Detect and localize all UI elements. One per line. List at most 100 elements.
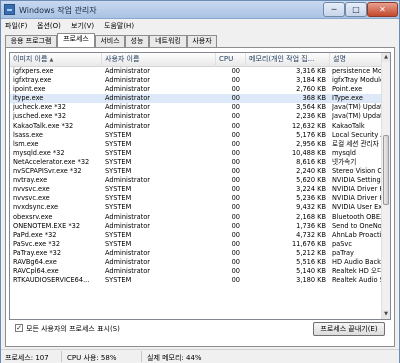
cell-cpu: 00 — [231, 139, 240, 148]
table-row[interactable]: jusched.exe *32 Administrator 00 2,236 KB Ja… — [10, 112, 383, 121]
cell-user-name: SYSTEM — [105, 203, 132, 212]
cell-image-name: nvtray.exe — [13, 176, 48, 185]
cell-memory: 9,432 KB — [296, 203, 326, 212]
table-row[interactable]: PaSvc.exe *32 SYSTEM 00 11,676 KB paSvc — [10, 240, 383, 249]
table-row[interactable]: ipoint.exe Administrator 00 2,760 KB Point.e… — [10, 85, 383, 94]
cell-user-name: Administrator — [105, 85, 150, 94]
table-row[interactable]: PaPd.exe *32 SYSTEM 00 4,732 KB AhnLab Proac… — [10, 231, 383, 240]
cell-image-name: obexsrv.exe — [13, 212, 53, 221]
cell-memory: 5,140 KB — [296, 267, 326, 276]
table-row[interactable]: igfxtray.exe Administrator 00 3,184 KB igfxT… — [10, 76, 383, 85]
cell-user-name: SYSTEM — [105, 276, 132, 285]
cell-user-name: Administrator — [105, 248, 150, 257]
cell-memory: 3,224 KB — [296, 185, 326, 194]
table-row[interactable]: ONENOTEM.EXE *32 Administrator 00 1,736 KB S… — [10, 222, 383, 231]
status-process-count: 프로세스: 107 — [5, 354, 49, 362]
column-description[interactable]: 설명 — [330, 53, 383, 67]
table-row[interactable]: nvvsvc.exe SYSTEM 00 3,224 KB NVIDIA Driver … — [10, 185, 383, 194]
table-row[interactable]: lsm.exe SYSTEM 00 2,956 KB 로컬 세션 관리자 — [10, 140, 383, 149]
cell-image-name: lsass.exe — [13, 130, 43, 139]
process-list[interactable]: 이미지 이름 ▲ 사용자 이름 CPU 메모리(개인 작업 집... 설명 igf… — [9, 52, 391, 320]
cell-description: paTray — [332, 248, 354, 257]
cell-memory: 12,632 KB — [291, 121, 326, 130]
cell-cpu: 00 — [231, 248, 240, 257]
cell-memory: 2,168 KB — [296, 212, 326, 221]
menu-view[interactable]: 보기(V) — [71, 21, 94, 31]
table-row[interactable]: nvSCPAPISvr.exe *32 SYSTEM 00 2,240 KB Stere… — [10, 167, 383, 176]
cell-cpu: 00 — [231, 103, 240, 112]
show-all-users-label: 모든 사용자의 프로세스 표시(S) — [26, 325, 120, 333]
cell-image-name: KakaoTalk.exe *32 — [13, 121, 74, 130]
table-row[interactable]: RTKAUDIOSERVICE64... SYSTEM 00 3,180 KB Real… — [10, 276, 383, 285]
column-memory[interactable]: 메모리(개인 작업 집... — [246, 53, 330, 67]
cell-user-name: SYSTEM — [105, 239, 132, 248]
table-row[interactable]: obexsrv.exe Administrator 00 2,168 KB Blueto… — [10, 213, 383, 222]
menu-help[interactable]: 도움말(H) — [104, 21, 134, 31]
process-rows: igfxpers.exe Administrator 00 3,316 KB persi… — [10, 67, 383, 285]
maximize-button[interactable]: □ — [345, 2, 367, 17]
cell-description: NVIDIA Settings — [332, 176, 383, 185]
cell-image-name: PaPd.exe *32 — [13, 230, 57, 239]
cell-user-name: Administrator — [105, 103, 150, 112]
end-process-button[interactable]: 프로세스 끝내기(E) — [313, 322, 385, 336]
tab-users[interactable]: 사용자 — [187, 35, 217, 47]
cell-cpu: 00 — [231, 221, 240, 230]
cell-cpu: 00 — [231, 203, 240, 212]
table-row[interactable]: KakaoTalk.exe *32 Administrator 00 12,632 K… — [10, 122, 383, 131]
table-row[interactable]: NetAccelerator.exe *32 SYSTEM 00 8,616 KB 넷가… — [10, 158, 383, 167]
cell-memory: 368 KB — [302, 94, 326, 103]
scroll-up-icon[interactable]: ▲ — [382, 53, 390, 62]
cell-memory: 3,316 KB — [296, 67, 326, 75]
menu-options[interactable]: 옵션(O) — [37, 21, 61, 31]
table-row[interactable]: itype.exe Administrator 00 368 KB IType.exe — [10, 94, 383, 104]
table-row[interactable]: RAVCpl64.exe Administrator 00 5,140 KB Realt… — [10, 267, 383, 276]
cell-description: 로컬 세션 관리자 — [332, 139, 379, 148]
tab-performance[interactable]: 성능 — [125, 35, 149, 47]
cell-user-name: Administrator — [105, 257, 150, 266]
cell-image-name: itype.exe — [13, 94, 44, 103]
table-row[interactable]: RAVBg64.exe Administrator 00 5,516 KB HD Aud… — [10, 258, 383, 267]
cell-cpu: 00 — [231, 157, 240, 166]
cell-user-name: Administrator — [105, 67, 150, 75]
cell-memory: 2,236 KB — [296, 112, 326, 121]
show-all-users-checkbox[interactable]: ✓ — [15, 324, 23, 332]
cell-description: Local Security A — [332, 130, 383, 139]
table-row[interactable]: igfxpers.exe Administrator 00 3,316 KB persi… — [10, 67, 383, 76]
table-row[interactable]: mysqld.exe *32 SYSTEM 00 10,488 KB mysqld — [10, 149, 383, 158]
tab-services[interactable]: 서비스 — [95, 35, 125, 47]
minimize-button[interactable]: ─ — [323, 2, 345, 17]
close-button[interactable]: ✕ — [367, 2, 398, 17]
table-row[interactable]: PaTray.exe *32 Administrator 00 5,212 KB paT… — [10, 249, 383, 258]
cell-user-name: SYSTEM — [105, 194, 132, 203]
scroll-thumb[interactable] — [383, 135, 389, 205]
column-cpu[interactable]: CPU — [216, 53, 246, 67]
cell-memory: 2,956 KB — [296, 139, 326, 148]
cell-image-name: jucheck.exe *32 — [13, 103, 66, 112]
tab-processes[interactable]: 프로세스 — [57, 33, 95, 47]
cell-memory: 8,616 KB — [296, 157, 326, 166]
tab-applications[interactable]: 응용 프로그램 — [5, 35, 57, 47]
cell-description: AhnLab Proactive — [332, 230, 383, 239]
cell-image-name: RAVCpl64.exe — [13, 267, 59, 276]
cell-cpu: 00 — [231, 167, 240, 176]
cell-image-name: ipoint.exe — [13, 85, 46, 94]
table-row[interactable]: nvxdsync.exe SYSTEM 00 9,432 KB NVIDIA User … — [10, 203, 383, 212]
cell-image-name: nvSCPAPISvr.exe *32 — [13, 167, 82, 176]
cell-image-name: ONENOTEM.EXE *32 — [13, 221, 81, 230]
cell-description: Stereo Vision Co — [332, 167, 383, 176]
cell-memory: 1,736 KB — [296, 221, 326, 230]
table-row[interactable]: nvtray.exe Administrator 00 5,620 KB NVIDIA … — [10, 176, 383, 185]
cell-user-name: Administrator — [105, 267, 150, 276]
table-row[interactable]: nvvsvc.exe SYSTEM 00 5,236 KB NVIDIA Driver … — [10, 194, 383, 203]
column-user-name[interactable]: 사용자 이름 — [102, 53, 216, 67]
tab-networking[interactable]: 네트워킹 — [149, 35, 187, 47]
table-row[interactable]: jucheck.exe *32 Administrator 00 3,564 KB Ja… — [10, 103, 383, 112]
scroll-down-icon[interactable]: ▼ — [382, 310, 390, 319]
table-row[interactable]: lsass.exe SYSTEM 00 5,176 KB Local Security … — [10, 131, 383, 140]
menu-file[interactable]: 파일(F) — [5, 21, 27, 31]
title-bar[interactable]: Windows 작업 관리자 ─ □ ✕ — [1, 1, 399, 19]
vertical-scrollbar[interactable]: ▲ ▼ — [381, 53, 390, 319]
status-separator — [141, 351, 142, 362]
cell-cpu: 00 — [231, 257, 240, 266]
column-image-name[interactable]: 이미지 이름 ▲ — [10, 53, 102, 67]
